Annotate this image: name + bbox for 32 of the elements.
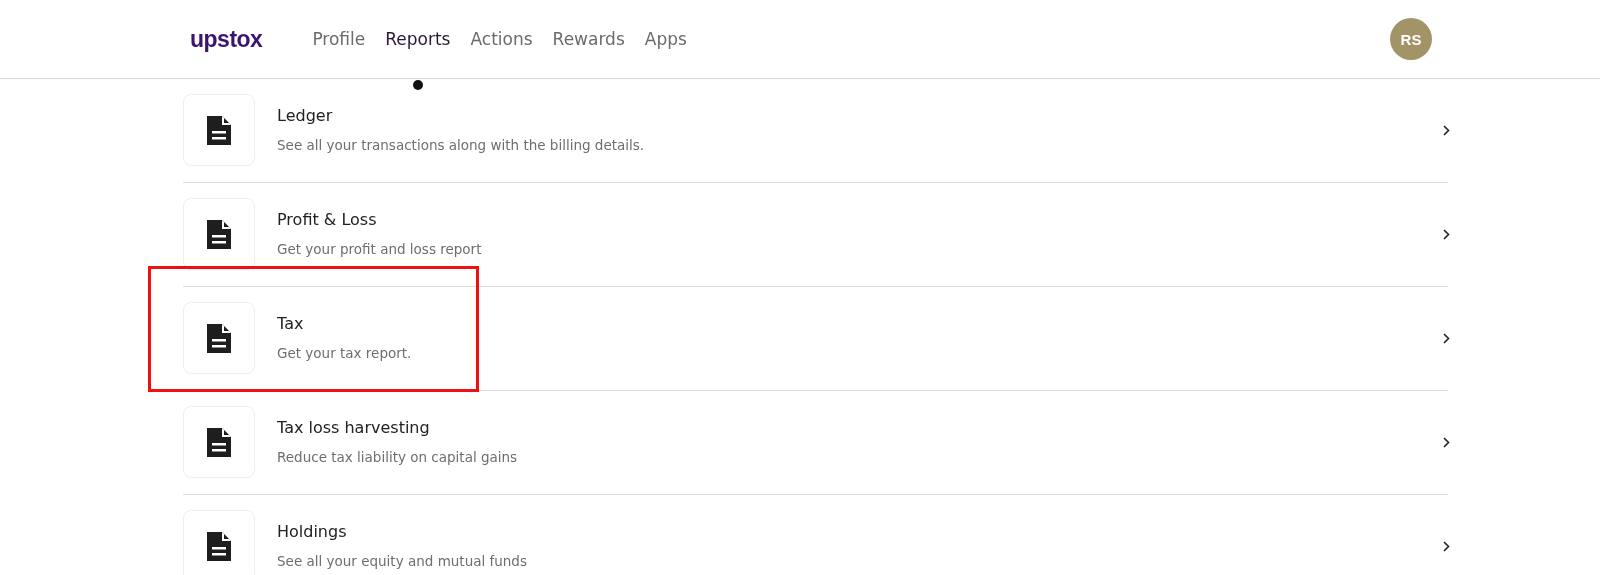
document-icon	[207, 219, 231, 249]
document-icon	[207, 323, 231, 353]
report-description: Get your tax report.	[277, 345, 413, 361]
report-description: Reduce tax liability on capital gains	[277, 449, 519, 465]
nav-tab[interactable]: Profile	[312, 29, 366, 49]
nav-tab[interactable]: Apps	[644, 29, 687, 49]
report-description: See all your transactions along with the billing details.	[277, 137, 646, 153]
report-description: See all your equity and mutual funds	[277, 553, 528, 569]
report-title: Holdings	[277, 522, 348, 541]
chevron-right-icon	[1443, 436, 1450, 448]
document-icon	[207, 115, 231, 145]
logo[interactable]: upstox	[190, 25, 263, 53]
report-title: Tax loss harvesting	[277, 418, 431, 437]
chevron-right-icon	[1443, 332, 1450, 344]
report-row[interactable]: Tax loss harvesting Reduce tax liability on capital gains	[183, 391, 1448, 495]
chevron-right-icon	[1443, 540, 1450, 552]
report-title: Ledger	[277, 106, 334, 125]
active-indicator	[412, 80, 423, 90]
report-row[interactable]: Profit & Loss Get your profit and loss report	[183, 183, 1448, 287]
report-row[interactable]: Ledger See all your transactions along with the billing details.	[183, 79, 1448, 183]
chevron-right-icon	[1443, 228, 1450, 240]
document-icon	[207, 427, 231, 457]
nav-tab[interactable]: Reports	[385, 29, 451, 49]
report-description: Get your profit and loss report	[277, 241, 483, 257]
report-title: Profit & Loss	[277, 210, 378, 229]
report-row[interactable]: Holdings See all your equity and mutual funds	[183, 495, 1448, 575]
nav-tab[interactable]: Rewards	[552, 29, 625, 49]
chevron-right-icon	[1443, 124, 1450, 136]
report-row[interactable]: Tax Get your tax report.	[183, 287, 1448, 391]
document-icon	[207, 531, 231, 561]
nav-tab[interactable]: Actions	[470, 29, 533, 49]
report-title: Tax	[277, 314, 305, 333]
